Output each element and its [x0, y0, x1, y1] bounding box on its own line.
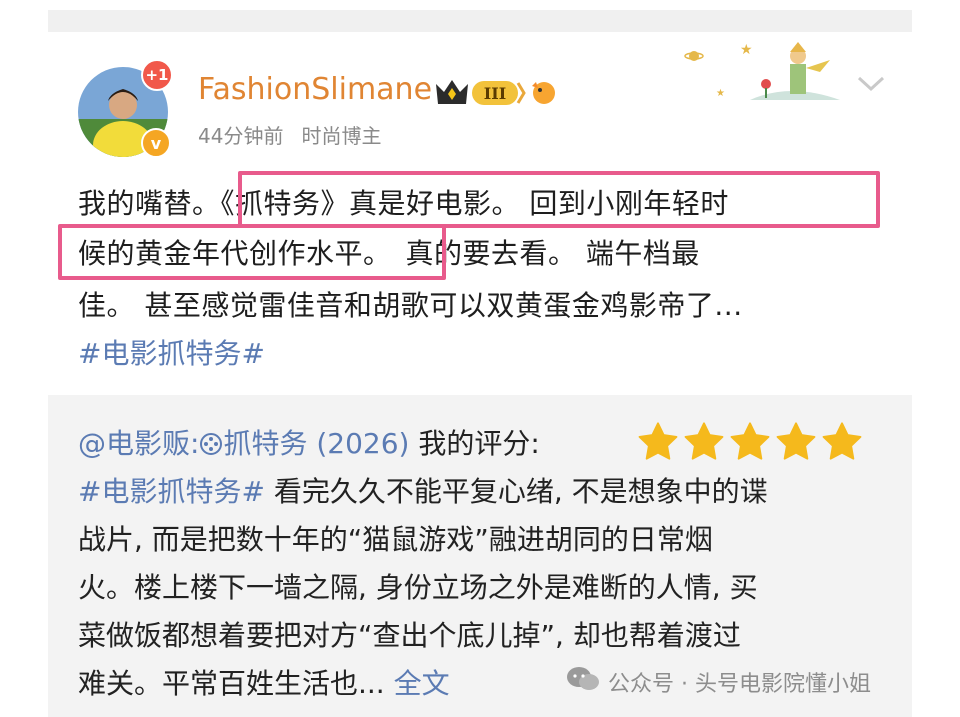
hashtag-link[interactable]: #电影抓特务# [78, 475, 265, 508]
card-text-line-2: 战片, 而是把数十年的“猫鼠游戏”融进胡同的日常烟 [78, 523, 713, 556]
card-text-line-3: 火。楼上楼下一墙之隔, 身份立场之外是难断的人情, 买 [78, 571, 758, 604]
highlight-box [238, 171, 880, 228]
level-badge-icon: III [432, 74, 562, 114]
top-bar [48, 10, 912, 32]
film-icon [199, 427, 223, 460]
card-text: 看完久久不能平复心绪, 不是想象中的谍 [264, 475, 768, 508]
user-role: 时尚博主 [301, 124, 382, 148]
svg-text:★: ★ [740, 42, 753, 58]
watermark: 公众号 · 头号电影院懂小姐 [566, 665, 871, 699]
post-text: 我的嘴替。 [78, 187, 221, 220]
chevron-down-icon[interactable] [856, 72, 886, 98]
hashtag-link[interactable]: #电影抓特务# [78, 332, 265, 372]
card-text-line-5: 难关。平常百姓生活也... 全文 [78, 662, 450, 702]
watermark-text: 公众号 · 头号电影院懂小姐 [608, 672, 871, 697]
post-text: 真的要去看。 端午档最 [405, 237, 700, 270]
username[interactable]: FashionSlimane [198, 72, 432, 107]
star-icon [776, 422, 816, 460]
card-text-line-1: #电影抓特务# 看完久久不能平复心绪, 不是想象中的谍 [78, 470, 768, 510]
card-header: @电影贩: 抓特务 (2026) 我的评分: [78, 422, 540, 462]
star-icon [822, 422, 862, 460]
level-text: III [484, 84, 506, 103]
star-icon [730, 422, 770, 460]
post-text-line-3: 佳。 甚至感觉雷佳音和胡歌可以双黄蛋金鸡影帝了... [78, 289, 743, 322]
notification-badge: +1 [141, 59, 173, 91]
post-meta: 44分钟前 时尚博主 [198, 120, 381, 149]
wechat-icon [566, 665, 600, 699]
card-text-line-4: 菜做饭都想着要把对方“查出个底儿掉”, 却也帮着渡过 [78, 619, 741, 652]
verified-badge-icon: v [141, 128, 171, 158]
mention-link[interactable]: @电影贩: [78, 427, 199, 460]
little-prince-decoration: ★ ★ [680, 38, 848, 108]
rating-label: 我的评分: [409, 427, 540, 460]
highlight-box [58, 224, 446, 280]
star-rating [636, 420, 864, 464]
post-time: 44分钟前 [198, 124, 284, 148]
star-icon [638, 422, 678, 460]
star-icon [684, 422, 724, 460]
svg-text:★: ★ [716, 88, 725, 99]
full-text-link[interactable]: 全文 [394, 667, 450, 700]
movie-link[interactable]: 抓特务 (2026) [223, 427, 409, 460]
card-text: 难关。平常百姓生活也... [78, 667, 385, 700]
